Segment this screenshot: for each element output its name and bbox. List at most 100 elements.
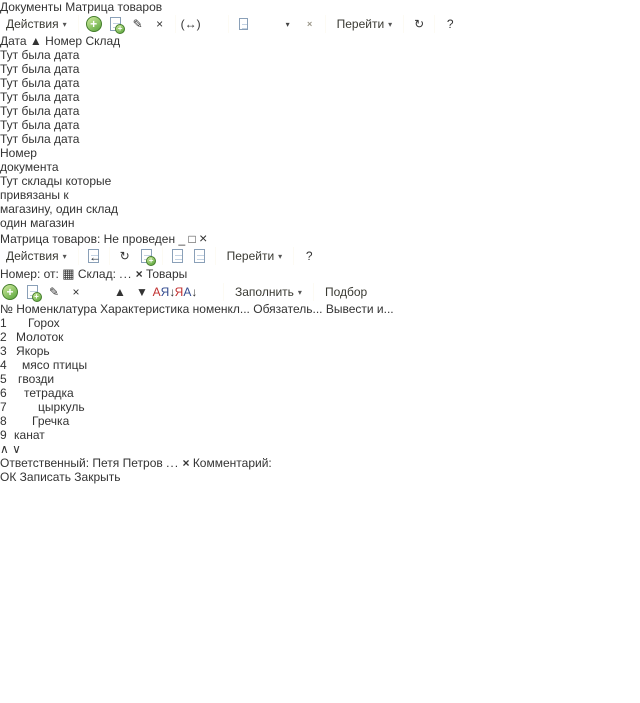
toolbar-separator bbox=[228, 15, 229, 33]
refresh-icon: ↻ bbox=[120, 249, 130, 263]
sort-indicator-icon: ▲ bbox=[30, 34, 42, 48]
products-table: № Номенклатура Характеристика номенкл...… bbox=[0, 302, 640, 456]
required-column-header[interactable]: Обязатель... bbox=[253, 302, 322, 316]
refresh-button[interactable]: ↻ bbox=[409, 14, 429, 34]
help-icon: ? bbox=[306, 249, 313, 263]
document-row[interactable]: Тут была дата bbox=[0, 48, 640, 62]
date-column-header[interactable]: Дата ▲ bbox=[0, 34, 45, 48]
nomenclature-cell[interactable]: Молоток bbox=[10, 330, 63, 344]
scroll-up-button[interactable]: ∧ bbox=[0, 442, 9, 456]
characteristic-column-header[interactable]: Характеристика номенкл... bbox=[100, 302, 250, 316]
chevron-down-icon: ▾ bbox=[286, 20, 290, 29]
date-cell: Тут была дата bbox=[0, 48, 79, 62]
interval-button[interactable]: (↔) bbox=[181, 14, 201, 34]
maximize-button[interactable]: □ bbox=[188, 232, 195, 246]
minimize-button[interactable]: _ bbox=[178, 232, 185, 246]
document-row[interactable]: Тут была дата bbox=[0, 104, 640, 118]
filter-by-value-button[interactable]: ▾ bbox=[278, 14, 298, 34]
nomenclature-cell[interactable]: тетрадка bbox=[10, 386, 74, 400]
product-row[interactable]: 5 гвозди bbox=[0, 372, 640, 386]
number-column-header[interactable]: Номер bbox=[45, 34, 82, 48]
help-icon: ? bbox=[447, 17, 454, 31]
main-window-title: Документы Матрица товаров bbox=[0, 0, 162, 14]
goto-menu-button[interactable]: Перейти▾ bbox=[331, 15, 399, 33]
product-row[interactable]: 1 Горох bbox=[0, 316, 640, 330]
dialog-titlebar[interactable]: Матрица товаров: Не проведен _ □ × bbox=[0, 230, 640, 246]
reread-document-button[interactable]: ← bbox=[84, 246, 104, 266]
help-button[interactable]: ? bbox=[440, 14, 460, 34]
document-row[interactable]: Тут была дата bbox=[0, 132, 640, 146]
product-row[interactable]: 2 Молоток bbox=[0, 330, 640, 344]
copy-button[interactable]: + bbox=[137, 246, 157, 266]
close-button[interactable]: × bbox=[199, 230, 207, 246]
filter-settings-button[interactable] bbox=[234, 14, 254, 34]
sort-desc-button[interactable]: ЯА↓ bbox=[176, 282, 196, 302]
date-cell: Тут была дата bbox=[0, 132, 79, 146]
product-row[interactable]: 9 канат bbox=[0, 428, 640, 442]
fill-menu-button[interactable]: Заполнить▾ bbox=[229, 283, 308, 301]
document-row[interactable]: Тут была дата bbox=[0, 76, 640, 90]
display-column-header[interactable]: Вывести и... bbox=[326, 302, 394, 316]
write-button[interactable]: Записать bbox=[20, 470, 71, 484]
document-row[interactable]: Тут была дата bbox=[0, 90, 640, 104]
arrow-down-icon: ▼ bbox=[136, 285, 148, 299]
help-button[interactable]: ? bbox=[299, 246, 319, 266]
document-row[interactable]: Тут была дата bbox=[0, 62, 640, 76]
goto-menu-button[interactable]: Перейти▾ bbox=[221, 247, 289, 265]
nomenclature-cell[interactable]: Горох bbox=[10, 316, 60, 330]
toolbar-separator bbox=[223, 283, 224, 301]
find-by-number-button[interactable] bbox=[203, 14, 223, 34]
num-column-header[interactable]: № bbox=[0, 302, 13, 316]
delete-button[interactable]: × bbox=[150, 14, 170, 34]
toolbar-separator bbox=[325, 15, 326, 33]
post-document-button[interactable] bbox=[168, 246, 188, 266]
nomenclature-cell[interactable]: гвозди bbox=[10, 372, 54, 386]
filter-button-disabled bbox=[256, 14, 276, 34]
product-row[interactable]: 4 мясо птицы bbox=[0, 358, 640, 372]
product-row[interactable]: 3 Якорь bbox=[0, 344, 640, 358]
sort-asc-button[interactable]: АЯ↓ bbox=[154, 282, 174, 302]
move-down-button[interactable]: ▼ bbox=[132, 282, 152, 302]
calendar-button[interactable]: ▦ bbox=[62, 266, 74, 281]
responsible-clear-button[interactable]: × bbox=[182, 456, 189, 470]
copy-button[interactable]: + bbox=[106, 14, 126, 34]
nomenclature-cell[interactable]: цыркуль bbox=[10, 400, 85, 414]
actions-menu-button[interactable]: Действия▾ bbox=[0, 15, 73, 33]
document-row[interactable]: Тут была дата bbox=[0, 118, 640, 132]
edit-button[interactable]: ✎ bbox=[128, 14, 148, 34]
sort-desc-icon: ЯА↓ bbox=[175, 285, 198, 299]
add-row-button[interactable]: + bbox=[0, 282, 20, 302]
chevron-up-icon: ∧ bbox=[0, 442, 9, 456]
actions-menu-button[interactable]: Действия▾ bbox=[0, 247, 73, 265]
ok-button[interactable]: ОК bbox=[0, 470, 16, 484]
move-end-button-disabled bbox=[88, 282, 108, 302]
chevron-down-icon: ▾ bbox=[63, 252, 67, 261]
product-row[interactable]: 6 тетрадка bbox=[0, 386, 640, 400]
date-cell: Тут была дата bbox=[0, 62, 79, 76]
scroll-down-button[interactable]: ∨ bbox=[12, 442, 21, 456]
add-button[interactable]: + bbox=[84, 14, 104, 34]
nomenclature-cell[interactable]: канат bbox=[10, 428, 45, 442]
warehouse-clear-button[interactable]: × bbox=[136, 267, 143, 281]
close-button[interactable]: Закрыть bbox=[74, 470, 120, 484]
refresh-button[interactable]: ↻ bbox=[115, 246, 135, 266]
number-label: Номер: bbox=[0, 267, 40, 281]
nomenclature-column-header[interactable]: Номенклатура bbox=[16, 302, 97, 316]
edit-row-button[interactable]: ✎ bbox=[44, 282, 64, 302]
product-row[interactable]: 7 цыркуль bbox=[0, 400, 640, 414]
responsible-select-button[interactable]: ... bbox=[166, 456, 179, 470]
responsible-input[interactable]: Петя Петров bbox=[92, 456, 162, 470]
product-row[interactable]: 8 Гречка bbox=[0, 414, 640, 428]
row-number-cell: 3 bbox=[0, 344, 7, 358]
warehouse-column-header[interactable]: Склад bbox=[85, 34, 120, 48]
nomenclature-cell[interactable]: Гречка bbox=[10, 414, 69, 428]
warehouse-select-button[interactable]: ... bbox=[119, 267, 132, 281]
move-up-button[interactable]: ▲ bbox=[110, 282, 130, 302]
pick-button[interactable]: Подбор bbox=[319, 283, 373, 301]
dialog-button-bar: ОК Записать Закрыть bbox=[0, 470, 640, 484]
vertical-scrollbar[interactable]: ∧ ∨ bbox=[0, 442, 640, 456]
delete-row-button[interactable]: × bbox=[66, 282, 86, 302]
copy-row-button[interactable]: + bbox=[22, 282, 42, 302]
nomenclature-cell[interactable]: мясо птицы bbox=[10, 358, 87, 372]
nomenclature-cell[interactable]: Якорь bbox=[10, 344, 50, 358]
